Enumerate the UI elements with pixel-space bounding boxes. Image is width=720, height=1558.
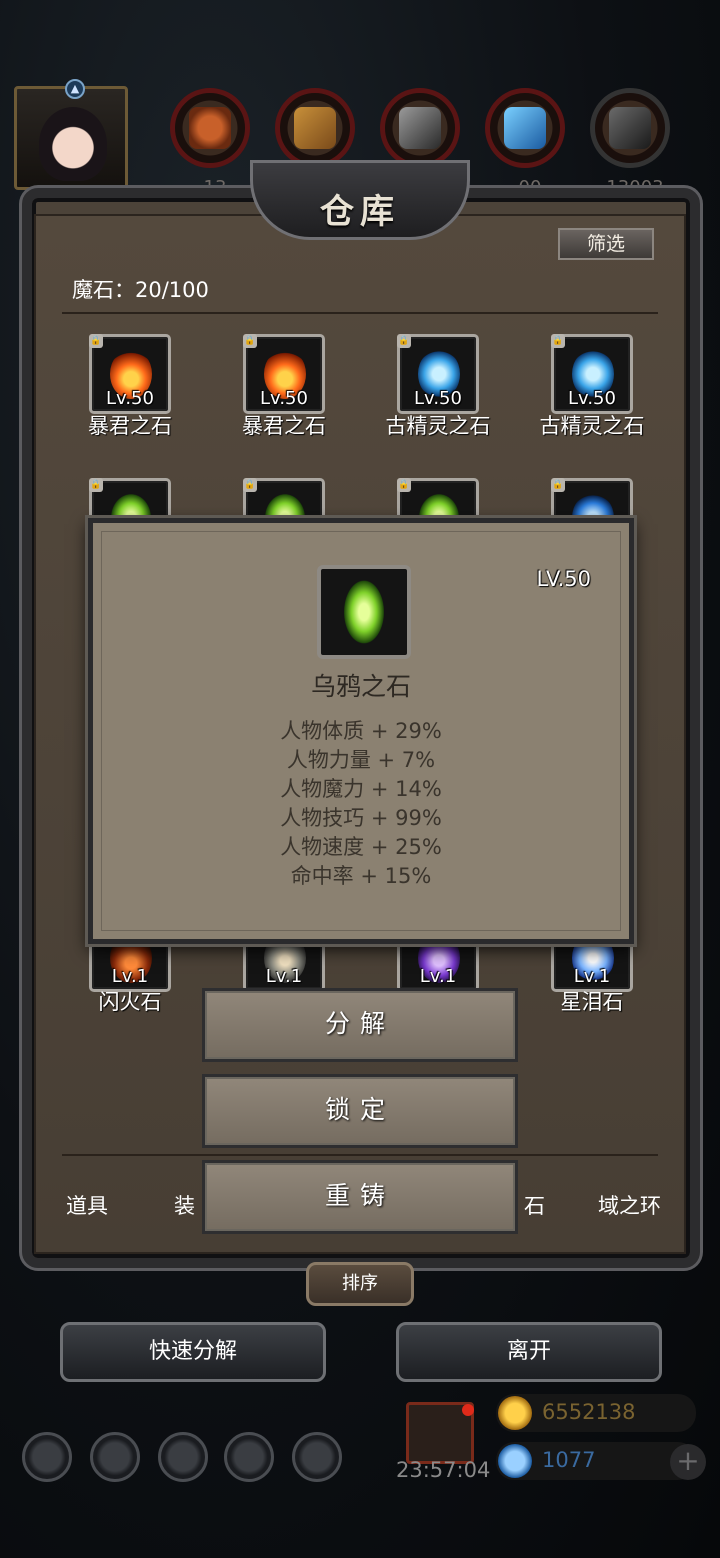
- detail-item-name: 乌鸦之石: [310, 672, 411, 701]
- capacity-label: 魔石：20/100: [72, 278, 209, 302]
- iron-icon: [399, 107, 441, 149]
- tabs-divider: [62, 1154, 658, 1156]
- gem-amount: 1077: [542, 1448, 596, 1472]
- detail-stats: 人物体质 + 29% 人物力量 + 7% 人物魔力 + 14% 人物技巧 + 9…: [93, 717, 629, 891]
- notification-dot: [462, 1404, 474, 1416]
- tab-equipment[interactable]: 装: [174, 1190, 195, 1220]
- item-slot[interactable]: 🔒 Lv.50: [397, 334, 479, 414]
- resource-meat[interactable]: 13: [170, 88, 250, 198]
- filter-button[interactable]: 筛选: [558, 228, 654, 260]
- decompose-button[interactable]: 分解: [202, 988, 518, 1062]
- achievement-icon[interactable]: [90, 1432, 140, 1482]
- item-level: Lv.1: [265, 966, 303, 987]
- gift-timer: 23:57:04: [396, 1458, 491, 1482]
- item-level: Lv.1: [111, 966, 149, 987]
- resource-wood[interactable]: 00000: [275, 88, 355, 198]
- tab-magic-stone[interactable]: 石: [524, 1190, 545, 1220]
- resource-steel[interactable]: 13003: [590, 88, 670, 198]
- mail-icon[interactable]: [224, 1432, 274, 1482]
- wood-icon: [294, 107, 336, 149]
- gold-icon: [498, 1396, 532, 1430]
- stat-line: 人物体质 + 29%: [280, 719, 442, 743]
- item-level: Lv.1: [573, 966, 611, 987]
- item-slot[interactable]: 🔒 Lv.50: [89, 334, 171, 414]
- guild-icon[interactable]: [158, 1432, 208, 1482]
- stat-line: 命中率 + 15%: [290, 864, 432, 888]
- meat-icon: [189, 107, 231, 149]
- lock-button[interactable]: 锁定: [202, 1074, 518, 1148]
- lock-icon: 🔒: [397, 478, 411, 492]
- crow-stone-icon: [343, 579, 385, 645]
- item-level: Lv.50: [414, 388, 462, 409]
- divider: [62, 312, 658, 314]
- gem-currency: 1077: [496, 1442, 696, 1480]
- item-name: 暴君之石: [88, 414, 172, 438]
- reforge-button[interactable]: 重铸: [202, 1160, 518, 1234]
- leave-button[interactable]: 离开: [396, 1322, 662, 1382]
- gem-icon: [498, 1444, 532, 1478]
- item-name: 星泪石: [560, 990, 624, 1014]
- stat-line: 人物魔力 + 14%: [280, 777, 442, 801]
- steel-icon: [609, 107, 651, 149]
- item-slot[interactable]: 🔒 Lv.50: [551, 334, 633, 414]
- item-level: Lv.50: [260, 388, 308, 409]
- item-name: 古精灵之石: [385, 414, 491, 438]
- settings-gear-icon[interactable]: [22, 1432, 72, 1482]
- lock-icon: 🔒: [243, 334, 257, 348]
- item-level: Lv.50: [106, 388, 154, 409]
- item-name: 暴君之石: [242, 414, 326, 438]
- detail-level: LV.50: [536, 567, 591, 591]
- resource-iron[interactable]: 1000: [380, 88, 460, 198]
- tab-items[interactable]: 道具: [66, 1190, 108, 1220]
- stat-line: 人物速度 + 25%: [280, 835, 442, 859]
- lock-icon: 🔒: [551, 334, 565, 348]
- detail-item-slot: [317, 565, 411, 659]
- lock-icon: 🔒: [551, 478, 565, 492]
- stat-line: 人物技巧 + 99%: [280, 806, 442, 830]
- lock-icon: 🔒: [397, 334, 411, 348]
- tab-domain-ring[interactable]: 域之环: [598, 1190, 661, 1220]
- level-up-arrow-icon: ▲: [65, 79, 85, 99]
- resource-crystal[interactable]: 00: [485, 88, 565, 198]
- lock-icon: 🔒: [243, 478, 257, 492]
- gold-amount: 6552138: [542, 1400, 636, 1424]
- item-name: 古精灵之石: [539, 414, 645, 438]
- sort-button[interactable]: 排序: [306, 1262, 414, 1306]
- avatar-portrait: [39, 107, 107, 181]
- item-level: Lv.1: [419, 966, 457, 987]
- quick-decompose-button[interactable]: 快速分解: [60, 1322, 326, 1382]
- lock-icon: 🔒: [89, 334, 103, 348]
- item-slot[interactable]: 🔒 Lv.50: [243, 334, 325, 414]
- gold-currency: 6552138: [496, 1394, 696, 1432]
- item-name: 闪火石: [98, 990, 162, 1014]
- stat-line: 人物力量 + 7%: [286, 748, 436, 772]
- player-avatar[interactable]: ▲: [14, 79, 128, 190]
- add-currency-button[interactable]: +: [670, 1444, 706, 1480]
- page-title: 仓库: [320, 192, 400, 232]
- shop-icon[interactable]: [292, 1432, 342, 1482]
- lock-icon: 🔒: [89, 478, 103, 492]
- item-detail-popup: LV.50 乌鸦之石 人物体质 + 29% 人物力量 + 7% 人物魔力 + 1…: [88, 518, 634, 944]
- item-level: Lv.50: [568, 388, 616, 409]
- crystal-icon: [504, 107, 546, 149]
